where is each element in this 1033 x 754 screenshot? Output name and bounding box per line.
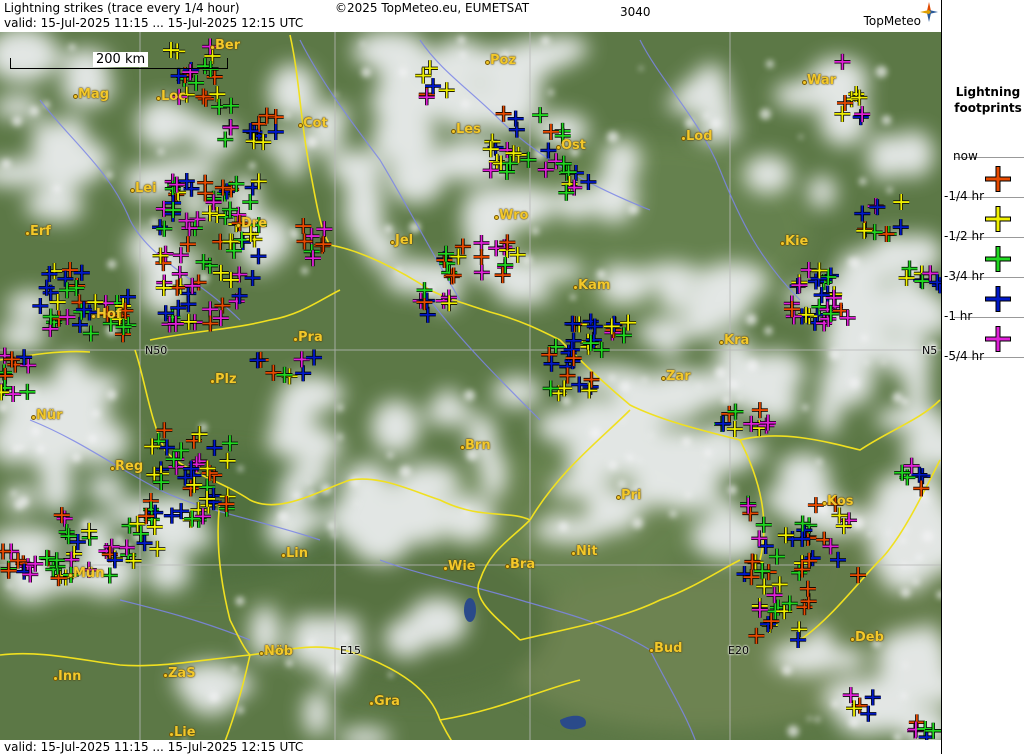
city-label-reg: Reg	[109, 459, 144, 474]
footer-valid-time: valid: 15-Jul-2025 11:15 ... 15-Jul-2025…	[4, 740, 304, 754]
city-label-wro: Wro	[493, 208, 529, 223]
legend-panel: Lightning footprints now -1/4 hr -1/2 hr…	[941, 0, 1033, 754]
legend-label-quarter: -1/4 hr	[944, 189, 984, 203]
city-label-mun: Mün	[67, 566, 105, 581]
city-label-lie: Lie	[169, 725, 196, 740]
city-label-war: War	[801, 73, 837, 88]
city-label-kie: Kie	[779, 234, 809, 249]
city-label-lod: Lod	[681, 129, 713, 144]
city-label-wie: Wie	[443, 559, 476, 574]
compass-logo-icon	[920, 2, 938, 22]
city-label-bud: Bud	[648, 641, 683, 656]
city-label-erf: Erf	[25, 224, 51, 239]
city-label-dre: Dre	[235, 216, 268, 231]
brand-name: TopMeteo	[863, 14, 921, 28]
city-label-loc: Loc	[156, 89, 186, 104]
city-label-deb: Deb	[850, 630, 884, 645]
grid-id: 3040	[620, 5, 651, 19]
city-label-kra: Kra	[718, 333, 750, 348]
legend-symbol-now	[984, 165, 1012, 197]
legend-title: Lightning footprints	[954, 85, 1022, 115]
city-label-nob: Nöb	[258, 644, 294, 659]
footer-bar: valid: 15-Jul-2025 11:15 ... 15-Jul-2025…	[0, 740, 941, 754]
city-label-nur: Nür	[31, 408, 63, 423]
city-label-kam: Kam	[572, 278, 611, 293]
map-title: Lightning strikes (trace every 1/4 hour)	[4, 1, 240, 15]
city-label-mag: Mag	[72, 87, 110, 102]
city-label-ber: Ber	[209, 38, 241, 53]
legend-symbol-quarter	[984, 205, 1012, 237]
valid-time: valid: 15-Jul-2025 11:15 ... 15-Jul-2025…	[4, 16, 304, 30]
city-label-jel: Jel	[389, 233, 414, 248]
grid-label-n50-left: N50	[145, 344, 168, 357]
legend-symbol-three-quarter	[984, 285, 1012, 317]
grid-label-e15: E15	[340, 644, 361, 657]
legend-label-one-hour: -1 hr	[944, 309, 973, 323]
city-label-zas: ZaS	[163, 666, 196, 681]
city-label-brn: Brn	[460, 438, 491, 453]
city-label-gra: Gra	[369, 694, 400, 709]
city-label-zar: Zar	[661, 369, 691, 384]
legend-symbol-half	[984, 245, 1012, 277]
scale-label: 200 km	[93, 52, 149, 67]
city-label-kos: Kos	[822, 494, 854, 509]
city-label-nit: Nit	[571, 544, 598, 559]
city-label-lin: Lin	[281, 546, 308, 561]
city-label-les: Les	[451, 122, 481, 137]
city-label-cot: Cot	[298, 116, 328, 131]
map-canvas	[0, 0, 941, 754]
legend-label-three-quarter: -3/4 hr	[944, 269, 984, 283]
legend-label-half: -1/2 hr	[944, 229, 984, 243]
satellite-map[interactable]: 200 km Ber Poz War Mag Loc Cot Les Ost L…	[0, 0, 941, 754]
grid-label-e20: E20	[728, 644, 749, 657]
city-label-ost: Ost	[555, 138, 587, 153]
city-label-hof: Hof	[90, 307, 122, 322]
legend-label-five-quarter: -5/4 hr	[944, 349, 984, 363]
city-label-inn: Inn	[52, 669, 82, 684]
copyright-text: ©2025 TopMeteo.eu, EUMETSAT	[335, 1, 530, 15]
city-label-bra: Bra	[504, 557, 536, 572]
legend-label-now: now	[953, 149, 978, 163]
city-label-poz: Poz	[484, 53, 517, 68]
legend-symbol-one-hour	[984, 325, 1012, 357]
city-label-pra: Pra	[293, 330, 323, 345]
city-label-pri: Pri	[615, 488, 642, 503]
city-label-lei: Lei	[130, 181, 157, 196]
header-bar: Lightning strikes (trace every 1/4 hour)…	[0, 0, 941, 32]
city-label-plz: Plz	[210, 372, 237, 387]
grid-label-n50-right: N5	[922, 344, 938, 357]
